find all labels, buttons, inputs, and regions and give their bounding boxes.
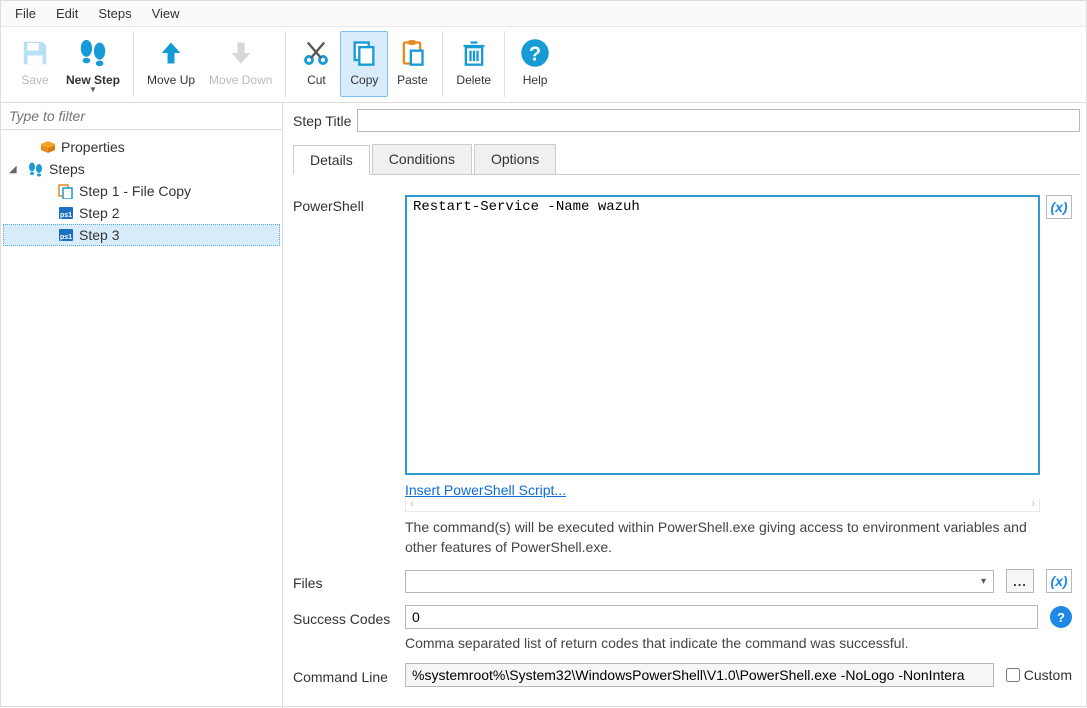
menu-steps[interactable]: Steps [90, 3, 139, 24]
tree-node-step1[interactable]: Step 1 - File Copy [3, 180, 280, 202]
tabs: Details Conditions Options [293, 144, 1080, 175]
custom-checkbox-input[interactable] [1006, 668, 1020, 682]
insert-ps-link[interactable]: Insert PowerShell Script... [405, 482, 566, 498]
step-title-label: Step Title [293, 113, 351, 129]
files-row: Files ▾ ... (x) [293, 569, 1072, 593]
tree-node-step2[interactable]: ps1 Step 2 [3, 202, 280, 224]
expand-toggle-icon[interactable]: ◢ [9, 164, 23, 175]
tree-label-step1: Step 1 - File Copy [79, 183, 191, 199]
svg-text:ps1: ps1 [60, 212, 72, 219]
paste-button[interactable]: Paste [388, 31, 436, 97]
details-panel: PowerShell Insert PowerShell Script... ‹… [293, 181, 1080, 702]
footsteps-small-icon [27, 161, 45, 177]
tree-node-properties[interactable]: Properties [3, 136, 280, 158]
tree-label-properties: Properties [61, 139, 125, 155]
toolbar: Save New Step ▼ Move Up Move Down [1, 27, 1086, 103]
command-line-input[interactable] [405, 663, 994, 687]
custom-label: Custom [1024, 667, 1072, 683]
scissors-icon [300, 34, 332, 72]
svg-text:?: ? [529, 44, 541, 66]
tab-conditions[interactable]: Conditions [372, 144, 472, 174]
footsteps-icon [77, 34, 109, 72]
right-panel: Step Title Details Conditions Options Po… [283, 103, 1086, 708]
filecopy-icon [57, 183, 75, 199]
powershell-label: PowerShell [293, 195, 393, 214]
help-button[interactable]: ? Help [511, 31, 559, 97]
tree-label-steps: Steps [49, 161, 85, 177]
success-codes-hint: Comma separated list of return codes tha… [405, 635, 1072, 651]
save-label: Save [21, 73, 48, 87]
command-line-row: Command Line Custom [293, 663, 1072, 687]
tree-label-step3: Step 3 [79, 227, 119, 243]
files-browse-button[interactable]: ... [1006, 569, 1034, 593]
menubar: File Edit Steps View [1, 1, 1086, 27]
arrow-up-icon [155, 34, 187, 72]
step-title-row: Step Title [293, 109, 1080, 132]
trash-icon [458, 34, 490, 72]
menu-edit[interactable]: Edit [48, 3, 86, 24]
chevron-down-icon: ▼ [89, 87, 97, 93]
horiz-scroll[interactable]: ‹› [405, 498, 1040, 512]
cut-button[interactable]: Cut [292, 31, 340, 97]
variable-button[interactable]: (x) [1046, 195, 1072, 219]
success-codes-label: Success Codes [293, 608, 393, 627]
help-icon: ? [519, 34, 551, 72]
clipboard-icon [396, 34, 428, 72]
ps1-icon: ps1 [57, 227, 75, 243]
box-icon [39, 139, 57, 155]
help-label: Help [523, 73, 548, 87]
save-icon [19, 34, 51, 72]
powershell-description: The command(s) will be executed within P… [405, 518, 1040, 557]
steps-tree: Properties ◢ Steps Step 1 - File Copy ps… [1, 130, 282, 252]
tree-node-steps[interactable]: ◢ Steps [3, 158, 280, 180]
copy-button[interactable]: Copy [340, 31, 388, 97]
svg-text:ps1: ps1 [60, 234, 72, 241]
chevron-down-icon[interactable]: ▾ [978, 574, 989, 589]
delete-button[interactable]: Delete [449, 31, 498, 97]
move-down-label: Move Down [209, 73, 272, 87]
filter-input[interactable] [1, 103, 282, 130]
files-combo[interactable]: ▾ [405, 570, 994, 593]
tab-details[interactable]: Details [293, 145, 370, 175]
move-up-button[interactable]: Move Up [140, 31, 202, 97]
arrow-down-icon [225, 34, 257, 72]
cut-label: Cut [307, 73, 326, 87]
help-icon[interactable]: ? [1050, 606, 1072, 628]
paste-label: Paste [397, 73, 428, 87]
delete-label: Delete [456, 73, 491, 87]
ps1-icon: ps1 [57, 205, 75, 221]
menu-view[interactable]: View [144, 3, 188, 24]
copy-icon [348, 34, 380, 72]
files-label: Files [293, 572, 393, 591]
success-codes-input[interactable] [405, 605, 1038, 629]
custom-checkbox[interactable]: Custom [1006, 667, 1072, 683]
left-panel: Properties ◢ Steps Step 1 - File Copy ps… [1, 103, 283, 708]
new-step-button[interactable]: New Step ▼ [59, 31, 127, 97]
copy-label: Copy [350, 73, 378, 87]
command-line-label: Command Line [293, 666, 393, 685]
save-button[interactable]: Save [11, 31, 59, 97]
move-up-label: Move Up [147, 73, 195, 87]
powershell-row: PowerShell Insert PowerShell Script... ‹… [293, 195, 1072, 557]
variable-button-files[interactable]: (x) [1046, 569, 1072, 593]
tree-node-step3[interactable]: ps1 Step 3 [3, 224, 280, 246]
success-codes-row: Success Codes ? [293, 605, 1072, 629]
menu-file[interactable]: File [7, 3, 44, 24]
tree-label-step2: Step 2 [79, 205, 119, 221]
powershell-editor[interactable] [405, 195, 1040, 475]
main-body: Properties ◢ Steps Step 1 - File Copy ps… [1, 103, 1086, 708]
move-down-button[interactable]: Move Down [202, 31, 279, 97]
step-title-input[interactable] [357, 109, 1080, 132]
tab-options[interactable]: Options [474, 144, 556, 174]
